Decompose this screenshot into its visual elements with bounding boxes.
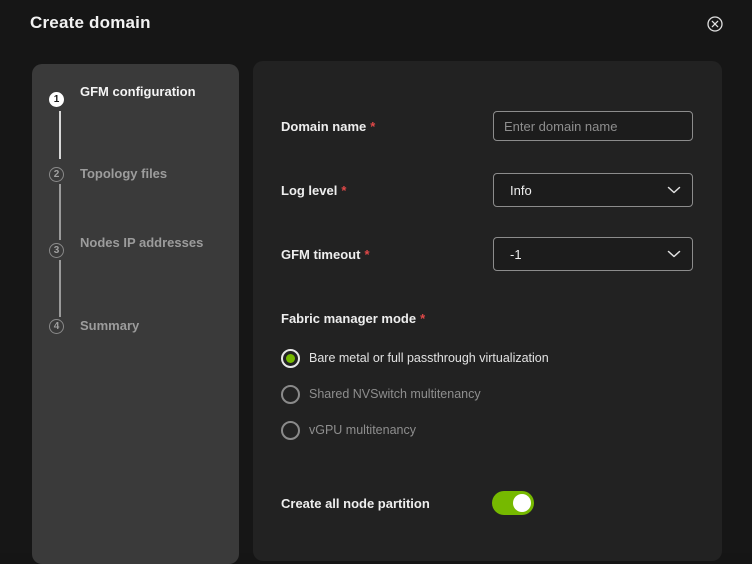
chevron-down-icon bbox=[667, 186, 681, 194]
step-label: Nodes IP addresses bbox=[80, 235, 204, 250]
dialog-title: Create domain bbox=[30, 13, 151, 32]
step-connector bbox=[59, 184, 61, 240]
step-connector bbox=[59, 111, 61, 159]
toggle-knob bbox=[513, 494, 531, 512]
gfm-timeout-label: GFM timeout * bbox=[281, 247, 370, 262]
create-all-node-partition-label: Create all node partition bbox=[281, 496, 430, 511]
fabric-manager-mode-label: Fabric manager mode * bbox=[281, 311, 426, 326]
step-label: GFM configuration bbox=[80, 84, 196, 99]
radio-button[interactable] bbox=[281, 421, 300, 440]
gfm-timeout-value: -1 bbox=[510, 247, 522, 262]
radio-label: vGPU multitenancy bbox=[309, 423, 416, 437]
domain-name-label: Domain name * bbox=[281, 119, 376, 134]
radio-label: Bare metal or full passthrough virtualiz… bbox=[309, 351, 549, 365]
radio-button-selected[interactable] bbox=[281, 349, 300, 368]
step-connector bbox=[59, 260, 61, 317]
chevron-down-icon bbox=[667, 250, 681, 258]
log-level-label: Log level * bbox=[281, 183, 347, 198]
create-all-node-partition-toggle[interactable] bbox=[492, 491, 534, 515]
step-label: Summary bbox=[80, 318, 140, 333]
step-number: 3 bbox=[49, 243, 64, 258]
wizard-stepper: 1 GFM configuration 2 Topology files 3 N… bbox=[32, 64, 239, 564]
gfm-timeout-select[interactable]: -1 bbox=[493, 237, 693, 271]
log-level-value: Info bbox=[510, 183, 532, 198]
create-domain-dialog: Create domain 1 GFM configuration 2 Topo… bbox=[0, 0, 752, 564]
radio-label: Shared NVSwitch multitenancy bbox=[309, 387, 481, 401]
step-label: Topology files bbox=[80, 166, 168, 181]
log-level-select[interactable]: Info bbox=[493, 173, 693, 207]
domain-name-input[interactable] bbox=[493, 111, 693, 141]
radio-button[interactable] bbox=[281, 385, 300, 404]
step-number: 4 bbox=[49, 319, 64, 334]
close-icon[interactable] bbox=[707, 16, 723, 32]
step-number: 2 bbox=[49, 167, 64, 182]
step-number: 1 bbox=[49, 92, 64, 107]
